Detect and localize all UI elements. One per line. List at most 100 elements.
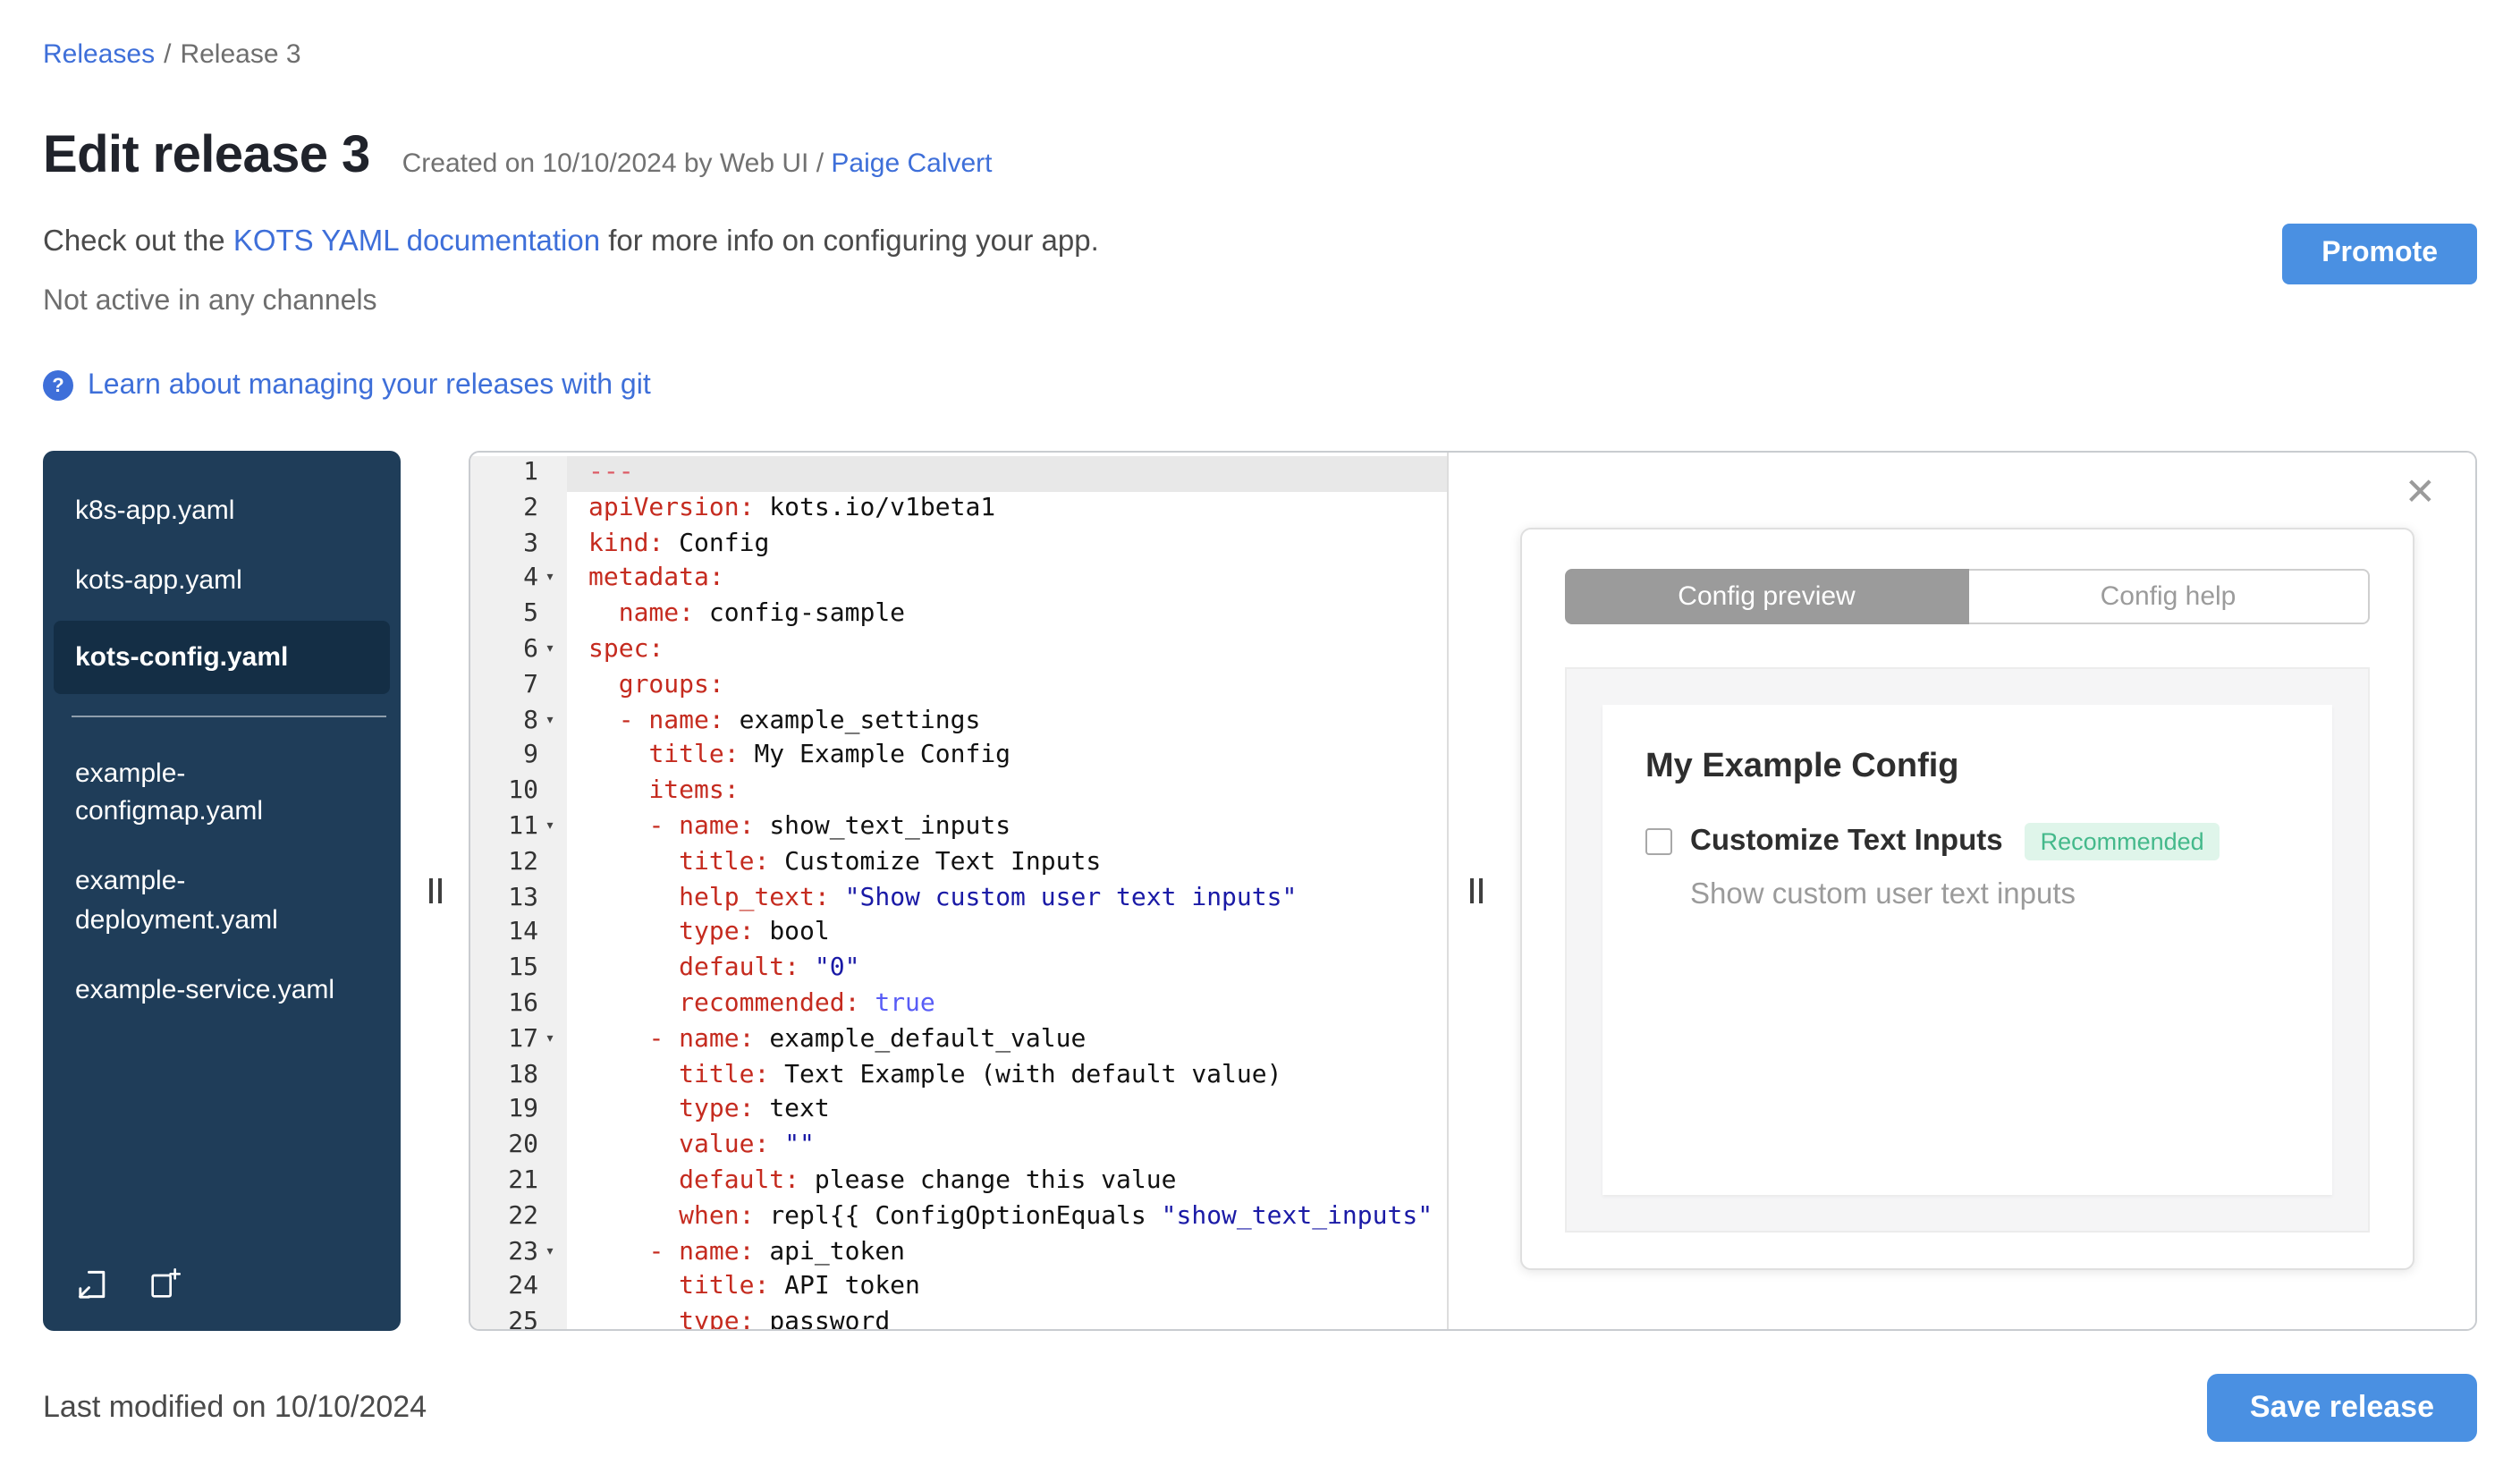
config-group-card: My Example Config Customize Text Inputs … bbox=[1602, 705, 2332, 1195]
code-line[interactable]: 8 ▾ - name: example_settings bbox=[470, 704, 1447, 740]
file-tree-item[interactable]: kots-config.yaml bbox=[54, 620, 390, 694]
file-tree-item[interactable]: example-service.yaml bbox=[43, 955, 401, 1026]
config-item-checkbox[interactable] bbox=[1645, 828, 1672, 855]
config-item-row: Customize Text Inputs Recommended bbox=[1645, 823, 2289, 860]
promote-button[interactable]: Promote bbox=[2282, 224, 2477, 284]
line-number: 8 ▾ bbox=[470, 704, 567, 740]
preview-resize-handle[interactable] bbox=[1470, 878, 1483, 903]
code-line[interactable]: 2 apiVersion: kots.io/v1beta1 bbox=[470, 491, 1447, 528]
code-line-text: value: "" bbox=[679, 1131, 815, 1160]
code-line-text: spec: bbox=[588, 634, 664, 664]
code-line[interactable]: 21 default: please change this value bbox=[470, 1164, 1447, 1200]
new-file-icon bbox=[151, 1268, 182, 1298]
code-line[interactable]: 20 value: "" bbox=[470, 1129, 1447, 1165]
line-number: 24 bbox=[470, 1270, 567, 1307]
line-number: 4 ▾ bbox=[470, 562, 567, 598]
code-line[interactable]: 4 ▾ metadata: bbox=[470, 562, 1447, 598]
line-number: 10 bbox=[470, 775, 567, 810]
code-line-text: default: "0" bbox=[679, 953, 860, 983]
config-group-title: My Example Config bbox=[1645, 748, 1959, 785]
breadcrumb-releases-link[interactable]: Releases bbox=[43, 39, 155, 70]
file-tree-item[interactable]: k8s-app.yaml bbox=[43, 476, 401, 546]
import-file-button[interactable] bbox=[72, 1263, 114, 1306]
fold-toggle-icon[interactable]: ▾ bbox=[538, 563, 562, 598]
recommended-badge: Recommended bbox=[2024, 823, 2220, 860]
config-preview-panel: ✕ Config preview Config help My Example C… bbox=[1447, 453, 2475, 1329]
doc-line: Check out the KOTS YAML documentation fo… bbox=[43, 224, 1099, 261]
file-sidebar: k8s-app.yaml kots-app.yaml kots-config.yam… bbox=[43, 451, 401, 1331]
editor-panel: 1 --- 2 apiVersion: kots.io/v1beta1 3 kind: C… bbox=[469, 451, 2477, 1331]
code-line[interactable]: 6 ▾ spec: bbox=[470, 632, 1447, 669]
tab-config-preview[interactable]: Config preview bbox=[1565, 569, 1968, 624]
code-line-text: - name: api_token bbox=[648, 1237, 906, 1266]
code-line[interactable]: 15 default: "0" bbox=[470, 952, 1447, 987]
line-number: 2 bbox=[470, 491, 567, 528]
help-row: ? Learn about managing your releases wit… bbox=[43, 367, 2477, 404]
code-line[interactable]: 10 items: bbox=[470, 775, 1447, 810]
import-file-icon bbox=[79, 1270, 106, 1299]
author-link[interactable]: Paige Calvert bbox=[831, 148, 992, 179]
preview-tabs: Config preview Config help bbox=[1565, 569, 2370, 624]
channel-status: Not active in any channels bbox=[43, 286, 377, 317]
new-file-button[interactable] bbox=[143, 1263, 186, 1306]
code-line[interactable]: 14 type: bool bbox=[470, 916, 1447, 953]
code-line-text: title: Text Example (with default value) bbox=[679, 1060, 1282, 1089]
file-tree-item[interactable]: kots-app.yaml bbox=[43, 546, 401, 617]
code-line-text: default: please change this value bbox=[679, 1165, 1177, 1195]
line-number: 11 ▾ bbox=[470, 809, 567, 846]
code-line[interactable]: 9 title: My Example Config bbox=[470, 739, 1447, 775]
page-title: Edit release 3 bbox=[43, 127, 370, 184]
line-number: 14 bbox=[470, 916, 567, 953]
line-number: 3 bbox=[470, 527, 567, 563]
line-number: 22 bbox=[470, 1199, 567, 1236]
code-line[interactable]: 5 name: config-sample bbox=[470, 597, 1447, 633]
code-line[interactable]: 18 title: Text Example (with default val… bbox=[470, 1058, 1447, 1094]
workspace: k8s-app.yaml kots-app.yaml kots-config.yam… bbox=[43, 451, 2477, 1331]
line-number: 12 bbox=[470, 845, 567, 882]
code-line-text: type: bool bbox=[679, 918, 830, 947]
code-line[interactable]: 24 title: API token bbox=[470, 1270, 1447, 1307]
kots-docs-link[interactable]: KOTS YAML documentation bbox=[233, 225, 600, 258]
doc-line-suffix: for more info on configuring your app. bbox=[600, 225, 1099, 258]
code-line[interactable]: 17 ▾ - name: example_default_value bbox=[470, 1022, 1447, 1059]
footer: Last modified on 10/10/2024 Save release bbox=[43, 1374, 2477, 1442]
code-line[interactable]: 19 type: text bbox=[470, 1093, 1447, 1130]
save-release-button[interactable]: Save release bbox=[2206, 1374, 2477, 1442]
code-line[interactable]: 7 groups: bbox=[470, 668, 1447, 705]
line-number: 20 bbox=[470, 1129, 567, 1165]
code-line-text: title: Customize Text Inputs bbox=[679, 847, 1102, 877]
code-line[interactable]: 1 --- bbox=[470, 456, 1447, 492]
code-line-text: groups: bbox=[618, 670, 724, 699]
code-line[interactable]: 25 type: password bbox=[470, 1306, 1447, 1329]
line-number: 17 ▾ bbox=[470, 1022, 567, 1059]
code-line[interactable]: 16 recommended: true bbox=[470, 987, 1447, 1023]
file-tree-item[interactable]: example-configmap.yaml bbox=[43, 739, 401, 847]
fold-toggle-icon[interactable]: ▾ bbox=[538, 704, 562, 740]
code-line-text: when: repl{{ ConfigOptionEquals "show_te… bbox=[679, 1201, 1433, 1231]
code-line[interactable]: 22 when: repl{{ ConfigOptionEquals "show… bbox=[470, 1199, 1447, 1236]
fold-toggle-icon[interactable]: ▾ bbox=[538, 810, 562, 846]
close-preview-button[interactable]: ✕ bbox=[2405, 474, 2436, 512]
code-line-text: title: My Example Config bbox=[648, 741, 1011, 770]
line-number: 6 ▾ bbox=[470, 632, 567, 669]
line-number: 1 bbox=[470, 456, 567, 492]
tab-config-help[interactable]: Config help bbox=[1968, 569, 2370, 624]
file-tree-item[interactable]: example-deployment.yaml bbox=[43, 847, 401, 955]
code-line[interactable]: 11 ▾ - name: show_text_inputs bbox=[470, 809, 1447, 846]
sidebar-resize-handle[interactable] bbox=[428, 878, 441, 903]
line-number: 9 bbox=[470, 739, 567, 775]
code-editor[interactable]: 1 --- 2 apiVersion: kots.io/v1beta1 3 kind: C… bbox=[470, 453, 1447, 1329]
code-line-text: help_text: "Show custom user text inputs… bbox=[679, 883, 1298, 912]
code-line[interactable]: 3 kind: Config bbox=[470, 527, 1447, 563]
fold-toggle-icon[interactable]: ▾ bbox=[538, 1235, 562, 1271]
line-number: 13 bbox=[470, 881, 567, 917]
code-line[interactable]: 13 help_text: "Show custom user text inp… bbox=[470, 881, 1447, 917]
code-line-text: kind: Config bbox=[588, 529, 770, 558]
code-line[interactable]: 23 ▾ - name: api_token bbox=[470, 1235, 1447, 1271]
fold-toggle-icon[interactable]: ▾ bbox=[538, 633, 562, 669]
line-number: 23 ▾ bbox=[470, 1235, 567, 1271]
git-releases-help-link[interactable]: Learn about managing your releases with … bbox=[88, 369, 651, 402]
code-line[interactable]: 12 title: Customize Text Inputs bbox=[470, 845, 1447, 882]
code-line-text: title: API token bbox=[679, 1272, 920, 1301]
fold-toggle-icon[interactable]: ▾ bbox=[538, 1023, 562, 1059]
